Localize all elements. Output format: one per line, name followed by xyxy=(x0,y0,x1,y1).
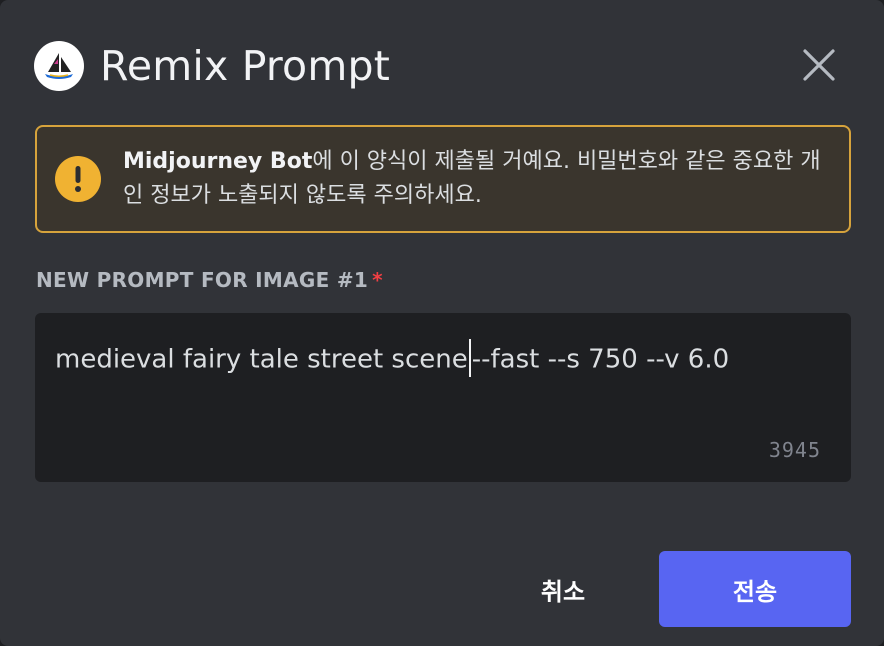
close-button[interactable] xyxy=(796,42,842,88)
bot-name: Midjourney Bot xyxy=(123,149,313,174)
submit-button[interactable]: 전송 xyxy=(659,551,851,627)
modal-title: Remix Prompt xyxy=(100,42,390,90)
prompt-textarea[interactable]: medieval fairy tale street scene --fast -… xyxy=(35,313,851,482)
prompt-field-label: NEW PROMPT FOR IMAGE #1 * xyxy=(36,268,383,292)
cancel-button[interactable]: 취소 xyxy=(498,552,628,626)
midjourney-sailboat-icon xyxy=(34,41,84,91)
exclamation-icon xyxy=(55,156,101,202)
prompt-value: medieval fairy tale street scene --fast -… xyxy=(55,339,831,379)
modal-header: Remix Prompt xyxy=(34,38,884,94)
warning-notice: Midjourney Bot에 이 양식이 제출될 거예요. 비밀번호와 같은 … xyxy=(35,125,851,233)
prompt-value-after-caret: --fast --s 750 --v 6.0 xyxy=(471,344,730,375)
notice-text: Midjourney Bot에 이 양식이 제출될 거예요. 비밀번호와 같은 … xyxy=(123,145,821,213)
prompt-field-label-text: NEW PROMPT FOR IMAGE #1 xyxy=(36,268,369,292)
prompt-value-before-caret: medieval fairy tale street scene xyxy=(55,344,468,375)
close-icon xyxy=(803,49,835,81)
character-counter: 3945 xyxy=(768,438,821,462)
text-caret xyxy=(468,339,471,377)
remix-prompt-modal: Remix Prompt Midjourney Bot에 이 양식이 제출될 거… xyxy=(0,0,884,646)
required-marker: * xyxy=(372,268,383,292)
